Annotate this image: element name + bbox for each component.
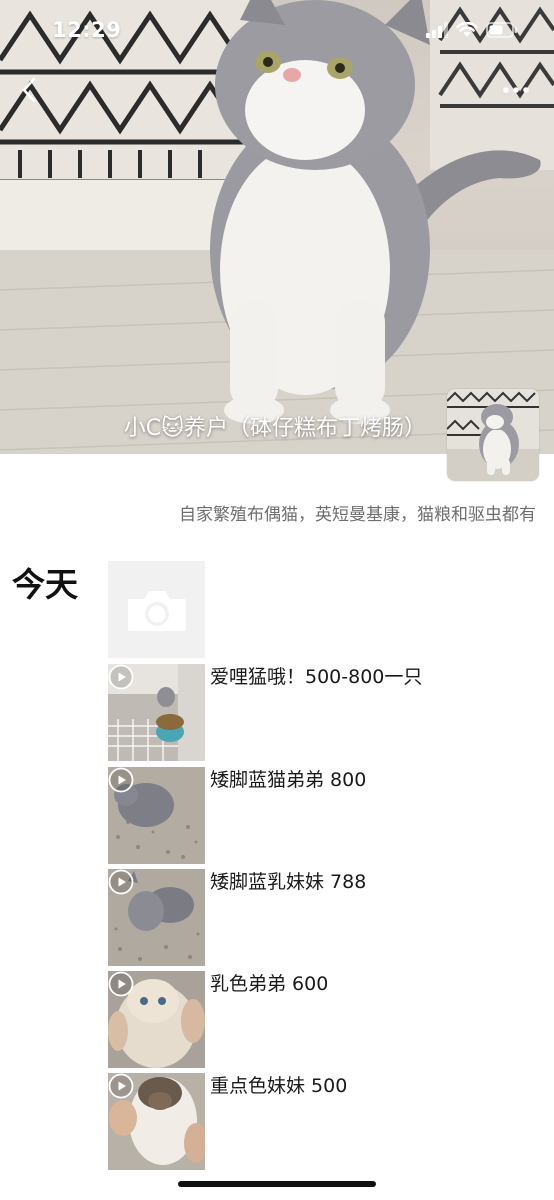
home-indicator[interactable] xyxy=(178,1181,376,1187)
post-thumbnail xyxy=(108,971,205,1068)
post-photo-button[interactable] xyxy=(108,561,205,658)
chevron-left-icon xyxy=(22,77,36,103)
feed-post[interactable]: 重点色妹妹 500 xyxy=(108,1073,528,1170)
play-icon xyxy=(108,869,134,895)
cellular-signal-icon xyxy=(426,22,448,38)
back-button[interactable] xyxy=(14,72,44,108)
post-thumbnail xyxy=(108,1073,205,1170)
post-thumbnail xyxy=(108,664,205,761)
feed-post[interactable]: 矮脚蓝乳妹妹 788 xyxy=(108,869,528,966)
status-bar: 12:29 xyxy=(0,0,554,62)
feed-post[interactable]: 矮脚蓝猫弟弟 800 xyxy=(108,767,528,864)
post-caption: 重点色妹妹 500 xyxy=(210,1075,348,1097)
status-icons xyxy=(426,22,518,38)
profile-signature: 自家繁殖布偶猫，英短曼基康，猫粮和驱虫都有 xyxy=(179,505,536,525)
feed-post[interactable]: 爱哩猛哦！500-800一只 xyxy=(108,664,528,761)
post-caption: 矮脚蓝猫弟弟 800 xyxy=(210,769,367,791)
more-button[interactable] xyxy=(498,76,534,104)
post-thumbnail xyxy=(108,869,205,966)
avatar[interactable] xyxy=(447,389,539,481)
ellipsis-icon xyxy=(503,87,529,93)
post-caption: 矮脚蓝乳妹妹 788 xyxy=(210,871,367,893)
cover-image xyxy=(0,0,554,454)
play-icon xyxy=(108,767,134,793)
post-caption: 爱哩猛哦！500-800一只 xyxy=(210,666,423,688)
day-label: 今天 xyxy=(12,565,78,604)
status-time: 12:29 xyxy=(52,18,122,42)
cover-photo[interactable]: 12:29 小C🐱养户（砵仔糕布丁烤肠） xyxy=(0,0,554,454)
battery-icon xyxy=(486,22,517,38)
wifi-icon xyxy=(456,22,478,37)
feed-post[interactable]: 乳色弟弟 600 xyxy=(108,971,528,1068)
avatar-image xyxy=(447,389,539,481)
profile-name[interactable]: 小C🐱养户（砵仔糕布丁烤肠） xyxy=(124,410,426,442)
play-icon xyxy=(108,1073,134,1099)
play-icon xyxy=(108,664,134,690)
post-thumbnail xyxy=(108,767,205,864)
post-caption: 乳色弟弟 600 xyxy=(210,973,329,995)
camera-icon xyxy=(127,590,186,631)
play-icon xyxy=(108,971,134,997)
